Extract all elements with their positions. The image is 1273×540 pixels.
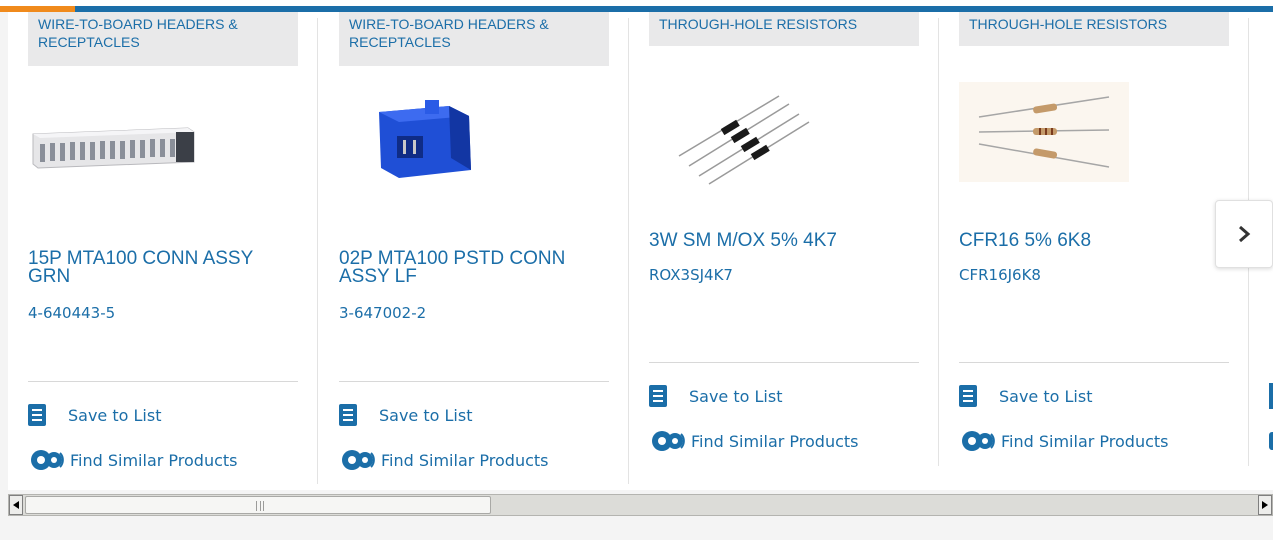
checklist-icon [959,385,977,407]
checklist-icon [28,404,46,426]
scrollbar-thumb[interactable] [25,496,491,514]
find-similar-label: Find Similar Products [70,450,238,470]
save-to-list-button[interactable]: Save to List [28,402,161,428]
scroll-left-button[interactable] [9,495,23,515]
product-title[interactable]: CFR16 5% 6K8 [959,231,1229,250]
card-separator [649,362,919,363]
product-card: THROUGH-HOLE RESISTORS CFR16 5% 6K8 CFR1… [939,12,1249,490]
arrow-left-icon [13,501,19,509]
gears-icon [31,450,64,470]
product-title[interactable]: 02P MTA100 PSTD CONN ASSY LF [339,249,609,286]
find-similar-button[interactable]: Find Similar Products [649,428,859,454]
card-separator [959,362,1229,363]
top-accent-bar [0,0,1273,12]
find-similar-label: Find Similar Products [381,450,549,470]
product-card: THROUGH-HOLE RESISTORS 3W SM M/OX 5% 4K7… [629,12,939,490]
product-image[interactable] [339,92,509,192]
product-image[interactable] [959,82,1129,182]
save-to-list-label: Save to List [68,405,162,425]
product-title[interactable]: 15P MTA100 CONN ASSY GRN [28,249,298,286]
arrow-right-icon [1262,501,1268,509]
save-to-list-button[interactable]: Save to List [339,402,472,428]
product-title[interactable]: 3W SM M/OX 5% 4K7 [649,231,919,250]
product-card: WIRE-TO-BOARD HEADERS & RECEPTACLES 15P … [8,12,318,490]
checklist-icon [339,404,357,426]
part-number[interactable]: 4-640443-5 [28,304,115,322]
gears-icon [342,450,375,470]
gears-icon [962,431,995,451]
category-label[interactable]: WIRE-TO-BOARD HEADERS & RECEPTACLES [339,12,609,66]
product-carousel: WIRE-TO-BOARD HEADERS & RECEPTACLES 15P … [8,12,1273,490]
product-card: WIRE-TO-BOARD HEADERS & RECEPTACLES 02P … [319,12,629,490]
scroll-right-button[interactable] [1258,495,1272,515]
find-similar-label: Find Similar Products [1001,431,1169,451]
save-to-list-button[interactable]: Save to List [959,383,1092,409]
gears-icon [1269,432,1273,450]
part-number[interactable]: ROX3SJ4K7 [649,266,733,284]
save-to-list-label: Save to List [999,386,1093,406]
find-similar-label: Find Similar Products [691,431,859,451]
checklist-icon [649,385,667,407]
horizontal-scrollbar[interactable] [8,494,1273,516]
part-number[interactable]: CFR16J6K8 [959,266,1041,284]
product-image[interactable] [649,86,819,186]
card-divider [317,18,318,484]
page-bottom-area [0,517,1273,540]
save-to-list-button[interactable]: Save to List [649,383,782,409]
gears-icon [652,431,685,451]
category-label[interactable]: THROUGH-HOLE RESISTORS [649,12,919,46]
scrollbar-grip [256,501,264,511]
chevron-right-icon [1239,225,1251,243]
find-similar-button[interactable]: Find Similar Products [28,447,238,473]
checklist-icon [1269,383,1273,409]
find-similar-button[interactable]: Find Similar Products [959,428,1169,454]
card-separator [339,381,609,382]
part-number[interactable]: 3-647002-2 [339,304,426,322]
carousel-next-button[interactable] [1215,200,1273,268]
find-similar-button[interactable]: Find Similar Products [339,447,549,473]
save-to-list-label: Save to List [689,386,783,406]
category-label[interactable]: WIRE-TO-BOARD HEADERS & RECEPTACLES [28,12,298,66]
product-image[interactable] [28,92,198,192]
card-separator [28,381,298,382]
category-label[interactable]: THROUGH-HOLE RESISTORS [959,12,1229,46]
save-to-list-label: Save to List [379,405,473,425]
